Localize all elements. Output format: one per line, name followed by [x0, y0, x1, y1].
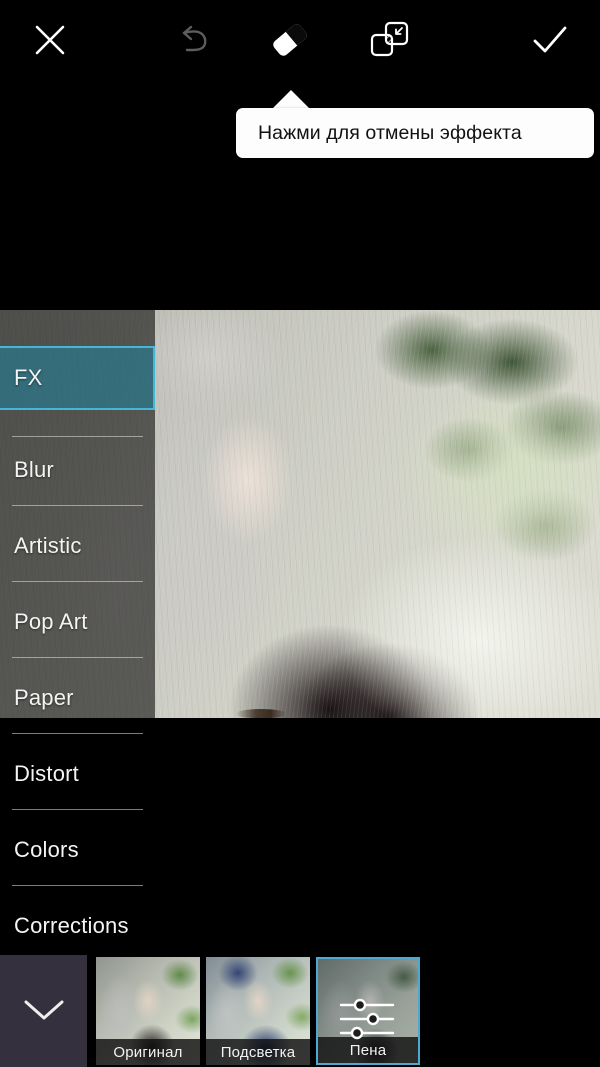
filter-thumbnail-original[interactable]: Оригинал: [96, 957, 200, 1065]
filter-thumbnail-label: Оригинал: [96, 1039, 200, 1065]
photo-editor-screen: FX Blur Artistic Pop Art Paper Distort C…: [0, 0, 600, 1067]
sidebar-separator: [12, 505, 143, 506]
undo-button[interactable]: [163, 8, 227, 72]
sidebar-separator: [12, 581, 143, 582]
sidebar-item-paper[interactable]: Paper: [0, 666, 155, 730]
chevron-down-icon: [16, 992, 72, 1031]
sidebar-item-label: Colors: [14, 837, 79, 862]
sidebar-item-corrections[interactable]: Corrections: [0, 894, 155, 958]
effect-category-list: FX Blur Artistic Pop Art Paper Distort C…: [0, 310, 155, 955]
close-button[interactable]: [18, 8, 82, 72]
sidebar-separator: [12, 885, 143, 886]
sidebar-item-label: Artistic: [14, 533, 82, 558]
undo-icon: [174, 22, 216, 58]
sidebar-separator: [12, 657, 143, 658]
sidebar-item-label: Corrections: [14, 913, 129, 938]
sidebar-separator: [12, 809, 143, 810]
sidebar-item-label: Distort: [14, 761, 79, 786]
sidebar-item-artistic[interactable]: Artistic: [0, 514, 155, 578]
sliders-icon[interactable]: [335, 997, 401, 1046]
tooltip-text: Нажми для отмены эффекта: [258, 121, 522, 144]
eraser-button[interactable]: [258, 8, 322, 72]
tooltip-arrow: [272, 90, 310, 109]
sidebar-item-colors[interactable]: Colors: [0, 818, 155, 882]
close-icon: [30, 20, 70, 60]
mask-button[interactable]: [358, 8, 422, 72]
sidebar-item-label: Blur: [14, 457, 54, 482]
collapse-panel-button[interactable]: [0, 955, 87, 1067]
eraser-icon: [266, 18, 314, 62]
sidebar-item-fx[interactable]: FX: [0, 346, 155, 410]
filter-thumbnail-pena[interactable]: Пена: [316, 957, 420, 1065]
confirm-button[interactable]: [518, 8, 582, 72]
effect-category-sidebar: FX Blur Artistic Pop Art Paper Distort C…: [0, 310, 155, 955]
top-toolbar: [0, 0, 600, 86]
sidebar-item-label: Paper: [14, 685, 74, 710]
filter-thumbnail-label: Подсветка: [206, 1039, 310, 1065]
checkmark-icon: [528, 20, 572, 60]
sidebar-separator: [12, 733, 143, 734]
sidebar-item-label: FX: [14, 365, 43, 390]
eraser-tooltip: Нажми для отмены эффекта: [236, 108, 594, 158]
filter-thumbnail-podsvetka[interactable]: Подсветка: [206, 957, 310, 1065]
sidebar-item-distort[interactable]: Distort: [0, 742, 155, 806]
photo-detail-brow: [236, 709, 286, 718]
sidebar-item-pop-art[interactable]: Pop Art: [0, 590, 155, 654]
filter-filmstrip: Оригинал Подсветка Пена: [0, 955, 600, 1067]
mask-overlap-icon: [367, 18, 413, 62]
sidebar-item-label: Pop Art: [14, 609, 88, 634]
sidebar-separator: [12, 436, 143, 437]
sidebar-item-blur[interactable]: Blur: [0, 438, 155, 502]
